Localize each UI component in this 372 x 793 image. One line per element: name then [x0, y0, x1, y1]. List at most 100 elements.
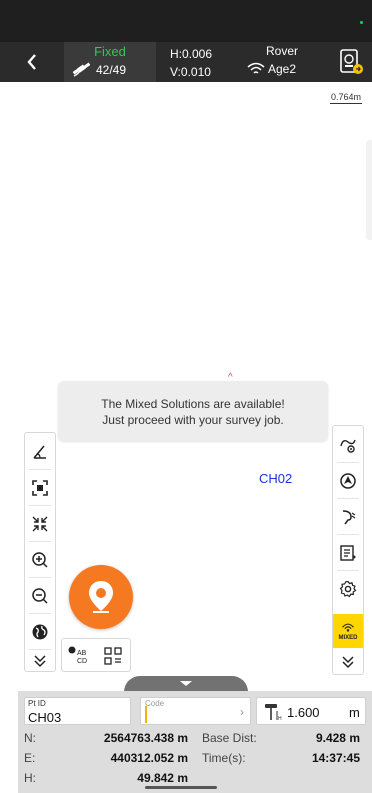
mixed-solution-icon [342, 623, 354, 632]
point-list-icon [340, 545, 356, 561]
point-label-icon: AB CD [68, 646, 87, 665]
navigation-icon [340, 473, 356, 489]
label-toolbar: AB CD [61, 638, 131, 672]
mixed-solution-toast: The Mixed Solutions are available! Just … [58, 381, 328, 441]
expand-down-icon [342, 656, 354, 669]
chevron-right-icon[interactable]: › [240, 705, 244, 719]
time-value: 14:37:45 [311, 751, 360, 765]
satellite-count: 42/49 [96, 63, 127, 77]
antenna-height-field[interactable]: H 1.600 m [256, 697, 366, 725]
gnss-status-block[interactable]: Fixed 42/49 [64, 42, 156, 82]
left-toolbar-expand-button[interactable] [25, 651, 55, 671]
toolbar-divider [29, 613, 51, 614]
location-pin-icon [89, 581, 113, 613]
toast-line-2: Just proceed with your survey job. [102, 413, 284, 427]
code-list-button[interactable] [97, 641, 129, 671]
antenna-height-unit: m [349, 705, 360, 720]
mixed-badge-label: MIXED [338, 635, 358, 641]
stakeout-icon [340, 439, 356, 453]
rover-status-block[interactable]: Rover Age2 [244, 42, 324, 82]
code-field[interactable]: Code › [140, 697, 251, 725]
label-icon-text-ab: AB [77, 650, 87, 657]
stakeout-button[interactable] [333, 430, 363, 460]
map-point-label[interactable]: CH02 [259, 471, 292, 486]
point-label-toggle-button[interactable]: AB CD [64, 641, 96, 671]
precision-block[interactable]: H:0.006 V:0.010 [156, 42, 240, 82]
point-info-panel: Pt ID CH03 Code › H 1.600 m N: 2564763.4… [18, 691, 372, 793]
settings-icon [339, 580, 357, 598]
device-connect-button[interactable] [338, 48, 364, 76]
antenna-height-value: 1.600 [287, 705, 320, 720]
toolbar-divider [337, 498, 359, 499]
top-app-bar: Fixed 42/49 H:0.006 V:0.010 Rover Age2 [0, 42, 372, 82]
horizontal-precision: H:0.006 [170, 47, 213, 61]
bottom-panel-drag-handle[interactable] [124, 676, 248, 692]
zoom-in-button[interactable] [25, 545, 55, 575]
home-indicator[interactable] [145, 786, 217, 789]
zoom-extent-button[interactable] [25, 473, 55, 503]
navigation-button[interactable] [333, 466, 363, 496]
point-list-button[interactable] [333, 538, 363, 568]
svg-text:H: H [278, 716, 282, 722]
toast-line-1: The Mixed Solutions are available! [101, 397, 285, 411]
toolbar-divider [29, 505, 51, 506]
code-list-icon [104, 647, 122, 665]
toolbar-divider [29, 649, 51, 650]
zoom-out-icon [32, 588, 48, 604]
status-bar [0, 0, 372, 42]
code-caption: Code [145, 699, 165, 708]
map-scale: 0.764m [330, 92, 363, 104]
app-screen: Fixed 42/49 H:0.006 V:0.010 Rover Age2 0… [0, 0, 372, 793]
tilt-survey-icon [342, 510, 356, 525]
side-panel-handle[interactable] [366, 140, 372, 240]
map-layer-button[interactable] [25, 617, 55, 647]
correction-age: Age2 [268, 62, 297, 76]
antenna-height-icon: H [265, 704, 282, 722]
collapse-icon [32, 516, 48, 532]
chevron-left-icon [27, 54, 36, 70]
satellite-icon [72, 62, 91, 77]
northing-label: N: [24, 731, 36, 745]
zoom-extent-icon [32, 480, 48, 496]
label-icon-text-cd: CD [77, 658, 87, 665]
point-id-caption: Pt ID [28, 699, 46, 708]
right-map-toolbar: MIXED [332, 425, 364, 675]
base-distance-value: 9.428 m [315, 731, 360, 745]
point-id-value: CH03 [28, 710, 62, 725]
height-label: H: [24, 771, 36, 785]
height-value: 49.842 m [137, 771, 188, 785]
right-toolbar-expand-button[interactable] [333, 652, 363, 672]
time-label: Time(s): [202, 751, 246, 765]
easting-label: E: [24, 751, 36, 765]
settings-button[interactable] [333, 574, 363, 604]
device-link-icon [340, 49, 363, 74]
northing-value: 2564763.438 m [103, 731, 188, 745]
mixed-solution-button[interactable]: MIXED [333, 614, 363, 648]
status-indicator-dot [360, 21, 363, 24]
easting-value: 440312.052 m [110, 751, 188, 765]
base-distance-label: Base Dist: [202, 731, 257, 745]
globe-icon [32, 624, 48, 640]
point-id-field[interactable]: Pt ID CH03 [24, 697, 131, 725]
toolbar-divider [29, 577, 51, 578]
back-button[interactable] [20, 49, 44, 75]
tilt-survey-button[interactable] [333, 502, 363, 532]
rover-mode-label: Rover [266, 44, 299, 58]
toolbar-divider [337, 570, 359, 571]
text-cursor [145, 706, 147, 723]
toolbar-divider [29, 469, 51, 470]
collect-point-button[interactable] [69, 565, 133, 629]
expand-down-icon [34, 655, 46, 668]
collapse-view-button[interactable] [25, 509, 55, 539]
zoom-in-icon [32, 552, 48, 568]
zoom-out-button[interactable] [25, 581, 55, 611]
angle-measure-button[interactable] [25, 437, 55, 467]
wifi-icon [247, 62, 265, 74]
solution-status: Fixed [94, 44, 126, 59]
left-map-toolbar [24, 432, 56, 672]
vertical-precision: V:0.010 [170, 65, 211, 79]
toolbar-divider [29, 541, 51, 542]
toolbar-divider [337, 462, 359, 463]
angle-measure-icon [33, 445, 46, 459]
toolbar-divider [337, 534, 359, 535]
